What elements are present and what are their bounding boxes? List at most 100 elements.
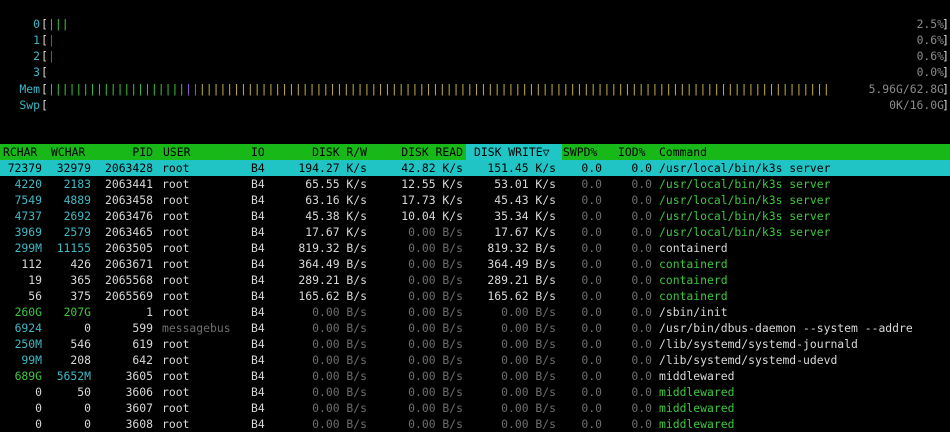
table-row[interactable]: 4220 2183 2063441 root B4 65.55 K/s 12.55 K/s 5… (0, 176, 950, 192)
cell-wchar: 32979 (56, 161, 91, 175)
table-row[interactable]: 0 0 3608 root B4 0.00 B/s 0.00 B/s 0.00 B/s 0.0 0… (0, 416, 950, 432)
column-header-iod[interactable]: IOD% (618, 144, 645, 160)
cell-iod: 0.0 (631, 321, 652, 335)
cell-user: root (162, 401, 190, 415)
cell-io: B4 (251, 241, 265, 255)
column-header-disk-rw[interactable]: DISK R/W (272, 144, 367, 160)
cell-pid: 2063441 (104, 177, 153, 191)
table-row[interactable]: 299M 11155 2063505 root B4 819.32 B/s 0.00 B/s… (0, 240, 950, 256)
process-table-header: RCHAR WCHAR PID USER IO DISK R/W DISK RE… (0, 144, 950, 160)
cell-iod: 0.0 (631, 401, 652, 415)
cell-disk-write: 0.00 B/s (501, 337, 556, 351)
table-row[interactable]: 56 375 2065569 root B4 165.62 B/s 0.00 B/s 165.… (0, 288, 950, 304)
column-header-rchar[interactable]: RCHAR (3, 144, 37, 160)
table-row[interactable]: 4737 2692 2063476 root B4 45.38 K/s 10.04 K/s 3… (0, 208, 950, 224)
cell-disk-read: 0.00 B/s (408, 305, 463, 319)
cell-user: root (162, 289, 190, 303)
cell-command: /usr/bin/dbus-daemon --system --addre (659, 321, 913, 335)
cell-wchar: 208 (70, 353, 91, 367)
cell-disk-read: 0.00 B/s (408, 241, 463, 255)
table-row[interactable]: 0 0 3607 root B4 0.00 B/s 0.00 B/s 0.00 B/s 0.0 0… (0, 400, 950, 416)
cell-io: B4 (251, 401, 265, 415)
cell-wchar: 2692 (63, 209, 91, 223)
table-row[interactable]: 112 426 2063671 root B4 364.49 B/s 0.00 B/s 364… (0, 256, 950, 272)
table-row[interactable]: 7549 4889 2063458 root B4 63.16 K/s 17.73 K/s 4… (0, 192, 950, 208)
table-row-selected[interactable]: 72379 32979 2063428 root B4 194.27 K/s 42.82 K… (0, 160, 950, 176)
cell-user: root (162, 257, 190, 271)
cell-disk-read: 0.00 B/s (408, 401, 463, 415)
meter-value: 0.6% (916, 49, 944, 63)
cell-rchar: 0 (35, 401, 42, 415)
meter-label: 0 (33, 17, 40, 31)
cell-disk-write: 0.00 B/s (501, 305, 556, 319)
cell-rchar: 299M (14, 241, 42, 255)
cell-disk-write: 819.32 B/s (487, 241, 556, 255)
meter-value: 2.5% (916, 17, 944, 31)
cell-wchar: 0 (84, 401, 91, 415)
cell-disk-write: 289.21 B/s (487, 273, 556, 287)
column-header-user[interactable]: USER (163, 144, 190, 160)
meter-close-bracket: ] (942, 65, 949, 79)
column-header-pid[interactable]: PID (94, 144, 153, 160)
meter-bar: | (48, 49, 55, 63)
column-header-disk-read[interactable]: DISK READ (374, 144, 463, 160)
cell-disk-write: 0.00 B/s (501, 385, 556, 399)
cell-io: B4 (251, 337, 265, 351)
cell-iod: 0.0 (631, 305, 652, 319)
column-header-disk-write[interactable]: DISK WRITE▽ (474, 144, 549, 160)
meter-close-bracket: ] (942, 17, 949, 31)
cell-disk-rw: 0.00 B/s (312, 305, 367, 319)
meter-bar: ||||||||||||||||||||||||||||||||||||||||… (48, 81, 830, 97)
cell-io: B4 (251, 385, 265, 399)
cell-iod: 0.0 (631, 385, 652, 399)
table-row[interactable]: 6924 0 599 messagebus B4 0.00 B/s 0.00 B/s 0.00… (0, 320, 950, 336)
table-row[interactable]: 3969 2579 2063465 root B4 17.67 K/s 0.00 B/s 17… (0, 224, 950, 240)
cell-rchar: 260G (14, 305, 42, 319)
cell-user: root (162, 353, 190, 367)
meter-bar: | (48, 33, 55, 47)
cell-io: B4 (251, 209, 265, 223)
cell-wchar: 546 (70, 337, 91, 351)
cell-swpd: 0.0 (581, 241, 602, 255)
meter-cpu-1: 1[| 0.6%] (0, 32, 950, 48)
table-row[interactable]: 0 50 3606 root B4 0.00 B/s 0.00 B/s 0.00 B/s 0.0… (0, 384, 950, 400)
cell-user: root (162, 305, 190, 319)
column-header-command[interactable]: Command (659, 144, 707, 160)
cell-rchar: 72379 (7, 161, 42, 175)
meter-value: 0.6% (916, 33, 944, 47)
column-header-swpd[interactable]: SWPD% (563, 144, 597, 160)
table-row[interactable]: 689G 5652M 3605 root B4 0.00 B/s 0.00 B/s 0.00 … (0, 368, 950, 384)
cell-io: B4 (251, 257, 265, 271)
cell-user: root (162, 385, 190, 399)
cell-disk-write: 35.34 K/s (494, 209, 556, 223)
cell-pid: 2063476 (104, 209, 153, 223)
cell-pid: 2063505 (104, 241, 153, 255)
meter-label: 1 (33, 33, 40, 47)
table-row[interactable]: 99M 208 642 root B4 0.00 B/s 0.00 B/s 0.00 B/s 0… (0, 352, 950, 368)
cell-command: /usr/local/bin/k3s server (659, 177, 831, 191)
cell-command: middlewared (659, 385, 735, 399)
cell-io: B4 (251, 369, 265, 383)
cell-wchar: 11155 (56, 241, 91, 255)
column-header-io[interactable]: IO (251, 144, 265, 160)
cell-disk-rw: 165.62 B/s (298, 289, 367, 303)
cell-wchar: 365 (70, 273, 91, 287)
cell-swpd: 0.0 (581, 385, 602, 399)
cell-user: root (162, 177, 190, 191)
table-row[interactable]: 19 365 2065568 root B4 289.21 B/s 0.00 B/s 289.… (0, 272, 950, 288)
cell-disk-read: 0.00 B/s (408, 289, 463, 303)
cell-io: B4 (251, 177, 265, 191)
column-header-wchar[interactable]: WCHAR (51, 144, 85, 160)
cell-disk-rw: 0.00 B/s (312, 385, 367, 399)
table-row[interactable]: 260G 207G 1 root B4 0.00 B/s 0.00 B/s 0.00 B/s 0… (0, 304, 950, 320)
meter-cpu-3: 3[0.0%] (0, 64, 950, 80)
cell-disk-read: 0.00 B/s (408, 417, 463, 431)
table-row[interactable]: 250M 546 619 root B4 0.00 B/s 0.00 B/s 0.00 B/s… (0, 336, 950, 352)
cell-swpd: 0.0 (581, 353, 602, 367)
cell-pid: 3605 (125, 369, 153, 383)
cell-iod: 0.0 (631, 209, 652, 223)
cell-command: /sbin/init (659, 305, 728, 319)
meter-value: 0.0% (916, 65, 944, 79)
cell-swpd: 0.0 (581, 417, 602, 431)
cell-disk-read: 0.00 B/s (408, 337, 463, 351)
